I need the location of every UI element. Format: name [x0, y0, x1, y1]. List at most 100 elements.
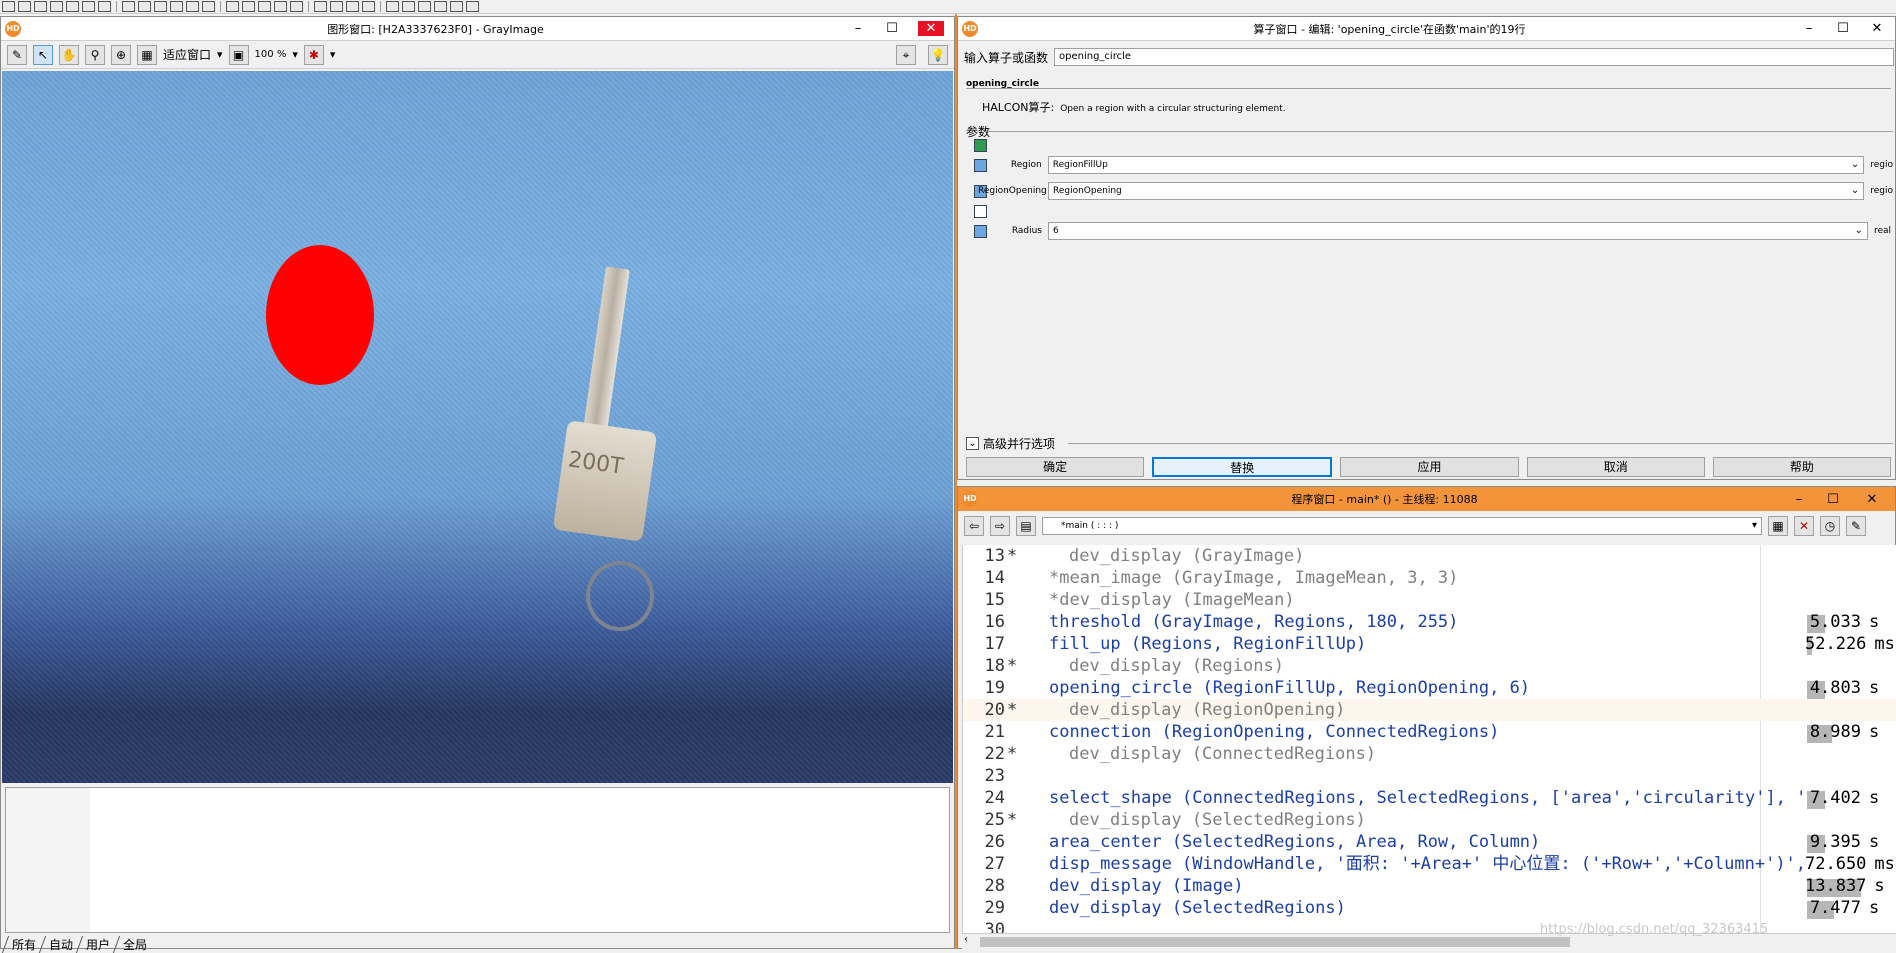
pointer-icon[interactable]: ↖	[33, 44, 53, 65]
chevron-down-icon[interactable]: ▾	[330, 48, 336, 61]
step-over-icon[interactable]	[242, 1, 255, 12]
find-icon[interactable]	[202, 1, 215, 12]
scrollbar-thumb[interactable]	[980, 937, 1570, 947]
new-file-icon[interactable]	[2, 1, 15, 12]
fit-window-button[interactable]: 适应窗口	[163, 46, 211, 63]
zoom-level-icon[interactable]: ▣	[228, 44, 249, 65]
print-icon[interactable]	[82, 1, 95, 12]
coordinates-icon[interactable]: ⌖	[896, 44, 916, 65]
code-line[interactable]: 28 dev_display (Image) 13.837 s	[963, 875, 1896, 897]
redo-icon[interactable]	[186, 1, 199, 12]
opened-region	[266, 245, 374, 385]
timer-icon[interactable]	[362, 1, 375, 12]
zoom-level-dropdown[interactable]: 100 %	[255, 49, 287, 60]
code-line[interactable]: 27 disp_message (WindowHandle, '面积: '+Are…	[963, 853, 1896, 875]
tools-icon[interactable]: ✎	[1846, 516, 1866, 536]
cancel-button[interactable]: 取消	[1526, 457, 1705, 477]
forward-icon[interactable]: ⇨	[990, 516, 1010, 536]
code-line[interactable]: 17 fill_up (Regions, RegionFillUp) 52.226 m…	[963, 633, 1896, 655]
reset-icon[interactable]	[314, 1, 327, 12]
param-region-opening-select[interactable]: RegionOpening ⌄	[1048, 182, 1865, 200]
code-line[interactable]: 24 select_shape (ConnectedRegions, Select…	[963, 787, 1896, 809]
colors-icon[interactable]: ✱	[303, 44, 324, 65]
hand-icon[interactable]: ✋	[59, 44, 79, 65]
zoom-window-icon[interactable]	[450, 1, 463, 12]
folder-icon[interactable]: ▤	[1016, 516, 1036, 536]
image-canvas[interactable]: 200T	[2, 71, 953, 783]
paste-icon[interactable]	[154, 1, 167, 12]
code-line[interactable]: 16 threshold (GrayImage, Regions, 180, 25…	[963, 611, 1896, 633]
graphics-window-icon[interactable]	[346, 1, 359, 12]
step-out-icon[interactable]	[274, 1, 287, 12]
step-into-icon[interactable]	[258, 1, 271, 12]
magnifier-icon[interactable]: ⚲	[85, 44, 105, 65]
minimize-icon[interactable]: –	[1801, 21, 1817, 36]
close-icon[interactable]: ✕	[1859, 492, 1885, 507]
chevron-down-icon[interactable]: ▾	[292, 48, 298, 61]
save-icon[interactable]	[50, 1, 63, 12]
stop-icon[interactable]	[290, 1, 303, 12]
maximize-icon[interactable]: ☐	[1825, 492, 1841, 507]
profiler-icon[interactable]	[330, 1, 343, 12]
code-line[interactable]: 18 * dev_display (Regions)	[963, 655, 1896, 677]
feature-icon[interactable]	[434, 1, 447, 12]
code-line[interactable]: 21 connection (RegionOpening, ConnectedRe…	[963, 721, 1896, 743]
code-line[interactable]: 22 * dev_display (ConnectedRegions)	[963, 743, 1896, 765]
code-line[interactable]: 29 dev_display (SelectedRegions) 7.477 s	[963, 897, 1896, 919]
procedure-edit-icon[interactable]: ▦	[1768, 516, 1788, 536]
export-icon[interactable]	[98, 1, 111, 12]
replace-button[interactable]: 替换	[1152, 457, 1333, 477]
open-file-icon[interactable]	[18, 1, 31, 12]
minimize-icon[interactable]: –	[1791, 492, 1807, 507]
histogram-icon[interactable]	[402, 1, 415, 12]
undo-icon[interactable]	[170, 1, 183, 12]
operator-input-field[interactable]: opening_circle	[1054, 48, 1894, 66]
copy-icon[interactable]	[138, 1, 151, 12]
advanced-options[interactable]: ⌄ 高级并行选项	[966, 435, 1055, 452]
breakpoint-clear-icon[interactable]: ✕	[1794, 516, 1814, 536]
zoom-icon[interactable]: ⊕	[111, 44, 131, 65]
close-icon[interactable]: ✕	[918, 21, 944, 36]
line-profile-icon[interactable]	[418, 1, 431, 12]
code-line[interactable]: 15 *dev_display (ImageMean)	[963, 589, 1896, 611]
code-line[interactable]: 20 * dev_display (RegionOpening)	[963, 699, 1896, 721]
chevron-down-icon[interactable]: ▾	[1752, 518, 1757, 534]
scroll-left-icon[interactable]: ‹	[964, 934, 968, 945]
code-line[interactable]: 25 * dev_display (SelectedRegions)	[963, 809, 1896, 831]
inspect-icon[interactable]	[386, 1, 399, 12]
back-icon[interactable]: ⇦	[964, 516, 984, 536]
chevron-down-icon[interactable]: ⌄	[1851, 183, 1859, 199]
maximize-icon[interactable]: ☐	[884, 21, 900, 36]
open-recent-icon[interactable]	[34, 1, 47, 12]
ok-button[interactable]: 确定	[966, 457, 1145, 477]
chevron-down-icon[interactable]: ⌄	[1851, 157, 1859, 173]
minimize-icon[interactable]: –	[850, 21, 866, 36]
fit-window-icon[interactable]: ▦	[137, 44, 157, 65]
code-editor[interactable]: 13 * dev_display (GrayImage) 14 *mean_image …	[962, 545, 1896, 933]
tab-global[interactable]: 全局	[112, 936, 157, 953]
param-region-select[interactable]: RegionFillUp ⌄	[1047, 156, 1865, 174]
maximize-icon[interactable]: ☐	[1835, 21, 1851, 36]
edit-icon[interactable]: ✎	[7, 44, 27, 65]
variable-icon[interactable]	[466, 1, 479, 12]
procedure-select[interactable]: *main ( : : : ) ▾	[1042, 517, 1762, 535]
code-line[interactable]: 14 *mean_image (GrayImage, ImageMean, 3, …	[963, 567, 1896, 589]
run-icon[interactable]	[226, 1, 239, 12]
cut-icon[interactable]	[122, 1, 135, 12]
variable-panel[interactable]	[5, 787, 950, 933]
profiler-icon[interactable]: ◷	[1820, 516, 1840, 536]
execution-time: 8.989 s	[1805, 721, 1895, 743]
param-radius-select[interactable]: 6 ⌄	[1048, 222, 1868, 240]
code-line[interactable]: 13 * dev_display (GrayImage)	[963, 545, 1896, 567]
save-as-icon[interactable]	[66, 1, 79, 12]
apply-button[interactable]: 应用	[1340, 457, 1519, 477]
code-line[interactable]: 19 opening_circle (RegionFillUp, RegionOp…	[963, 677, 1896, 699]
chevron-down-icon[interactable]: ⌄	[1855, 223, 1863, 239]
advanced-options-toggle[interactable]: ⌄	[966, 437, 979, 450]
code-line[interactable]: 23	[963, 765, 1896, 787]
lightbulb-icon[interactable]: 💡	[928, 44, 948, 65]
code-line[interactable]: 26 area_center (SelectedRegions, Area, Ro…	[963, 831, 1896, 853]
chevron-down-icon[interactable]: ▾	[217, 48, 223, 61]
close-icon[interactable]: ✕	[1869, 21, 1885, 36]
help-button[interactable]: 帮助	[1712, 457, 1892, 477]
